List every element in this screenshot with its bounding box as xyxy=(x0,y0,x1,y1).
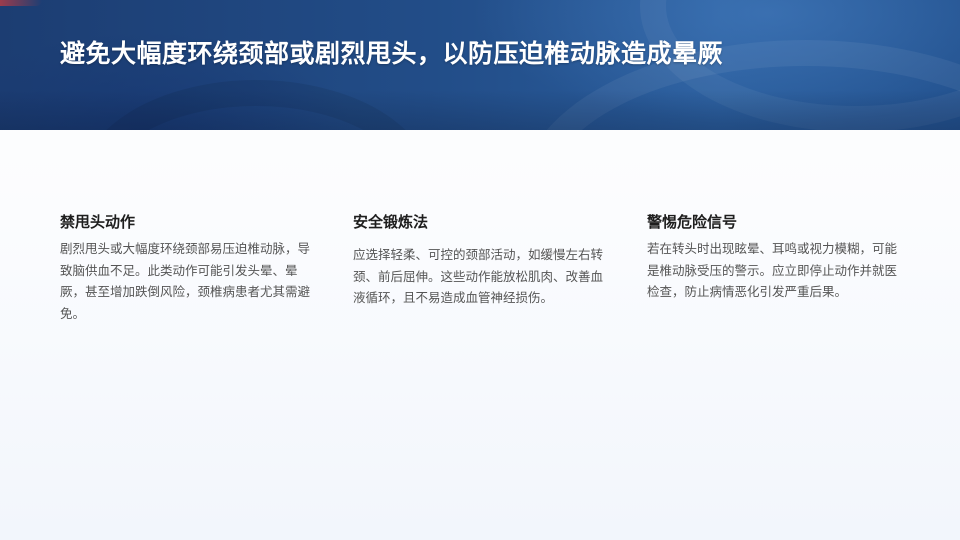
column-body: 应选择轻柔、可控的颈部活动，如缓慢左右转颈、前后屈伸。这些动作能放松肌肉、改善血… xyxy=(353,247,604,305)
banner-shade xyxy=(0,90,960,130)
corner-accent xyxy=(0,0,42,6)
column-no-head-shaking: 禁甩头动作 剧烈甩头或大幅度环绕颈部易压迫椎动脉，导致脑供血不足。此类动作可能引… xyxy=(60,210,322,324)
column-body: 剧烈甩头或大幅度环绕颈部易压迫椎动脉，导致脑供血不足。此类动作可能引发头晕、晕厥… xyxy=(60,241,311,321)
column-body: 若在转头时出现眩晕、耳鸣或视力模糊，可能是椎动脉受压的警示。应立即停止动作并就医… xyxy=(647,241,898,299)
column-heading: 禁甩头动作 xyxy=(60,213,136,231)
page-title: 避免大幅度环绕颈部或剧烈甩头，以防压迫椎动脉造成晕厥 xyxy=(60,39,724,68)
content-columns: 禁甩头动作 剧烈甩头或大幅度环绕颈部易压迫椎动脉，导致脑供血不足。此类动作可能引… xyxy=(60,210,920,370)
column-heading: 安全锻炼法 xyxy=(353,213,429,231)
header-banner: 避免大幅度环绕颈部或剧烈甩头，以防压迫椎动脉造成晕厥 xyxy=(0,0,960,130)
column-heading: 警惕危险信号 xyxy=(647,213,738,231)
column-warning-signs: 警惕危险信号 若在转头时出现眩晕、耳鸣或视力模糊，可能是椎动脉受压的警示。应立即… xyxy=(647,210,909,303)
column-safe-exercise: 安全锻炼法 应选择轻柔、可控的颈部活动，如缓慢左右转颈、前后屈伸。这些动作能放松… xyxy=(353,210,615,309)
